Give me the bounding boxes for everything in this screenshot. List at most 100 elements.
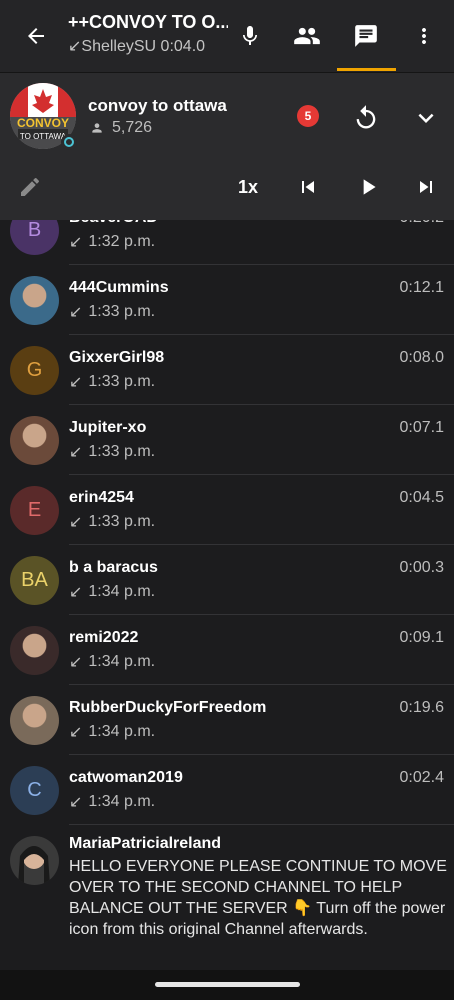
incoming-arrow-icon: ↙	[69, 724, 83, 741]
message-time: ↙ 1:34 p.m.	[69, 722, 155, 742]
message-time: ↙ 1:34 p.m.	[69, 582, 155, 602]
message-time-value: 1:34 p.m.	[88, 583, 156, 600]
incoming-arrow-icon: ↙	[69, 304, 83, 321]
previous-button[interactable]	[288, 169, 328, 205]
message-duration: 0:02.4	[399, 769, 444, 786]
avatar[interactable]: B	[10, 220, 59, 255]
chat-icon	[355, 25, 377, 47]
avatar[interactable]: E	[10, 486, 59, 535]
message-time-value: 1:33 p.m.	[88, 443, 156, 460]
list-item[interactable]: remi2022 ↙ 1:34 p.m. 0:09.1	[0, 615, 454, 685]
message-duration: 0:07.1	[399, 419, 444, 436]
channel-panel: CONVOY TO OTTAWA convoy to ottawa 5,726 …	[0, 73, 454, 220]
avatar[interactable]	[10, 276, 59, 325]
title-block[interactable]: ++CONVOY TO O... ↙ShelleySU 0:04.0	[68, 12, 228, 56]
people-icon	[294, 27, 320, 45]
list-item[interactable]: B BeaverOAD ↙ 1:32 p.m. 0:20.2	[0, 220, 454, 265]
message-duration: 0:04.5	[399, 489, 444, 506]
collapse-button[interactable]	[404, 98, 448, 138]
list-item[interactable]: 444Cummins ↙ 1:33 p.m. 0:12.1	[0, 265, 454, 335]
incoming-arrow-icon: ↙	[68, 38, 82, 55]
unread-badge[interactable]: 5	[297, 105, 319, 127]
list-item[interactable]: BA b a baracus ↙ 1:34 p.m. 0:00.3	[0, 545, 454, 615]
message-text: HELLO EVERYONE PLEASE CONTINUE TO MOVE O…	[69, 858, 447, 938]
message-author: 444Cummins	[69, 279, 169, 296]
playback-speed-button[interactable]: 1x	[228, 169, 268, 205]
avatar[interactable]	[10, 696, 59, 745]
avatar[interactable]	[10, 416, 59, 465]
avatar[interactable]: C	[10, 766, 59, 815]
message-duration: 0:09.1	[399, 629, 444, 646]
system-nav-bar	[0, 970, 454, 1000]
avatar[interactable]: BA	[10, 556, 59, 605]
message-duration: 0:08.0	[399, 349, 444, 366]
back-arrow-icon	[28, 28, 44, 44]
more-vert-icon	[422, 28, 426, 44]
compose-button[interactable]	[12, 169, 48, 205]
play-button[interactable]	[348, 169, 388, 205]
incoming-arrow-icon: ↙	[69, 584, 83, 601]
mic-icon	[243, 26, 257, 45]
members-button[interactable]	[287, 16, 327, 56]
message-time: ↙ 1:32 p.m.	[69, 232, 155, 252]
message-author: erin4254	[69, 489, 134, 506]
incoming-arrow-icon: ↙	[69, 514, 83, 531]
message-time-value: 1:33 p.m.	[88, 373, 156, 390]
message-time-value: 1:34 p.m.	[88, 723, 156, 740]
skip-previous-icon	[302, 181, 314, 193]
message-author: RubberDuckyForFreedom	[69, 699, 267, 716]
message-time-value: 1:32 p.m.	[88, 233, 156, 250]
message-time-value: 1:33 p.m.	[88, 303, 156, 320]
message-time: ↙ 1:34 p.m.	[69, 652, 155, 672]
list-item[interactable]: RubberDuckyForFreedom ↙ 1:34 p.m. 0:19.6	[0, 685, 454, 755]
page-title: ++CONVOY TO O...	[68, 12, 228, 32]
incoming-arrow-icon: ↙	[69, 654, 83, 671]
chevron-down-icon	[418, 113, 434, 123]
member-count-value: 5,726	[112, 119, 153, 136]
status-indicator	[61, 134, 77, 150]
pencil-icon	[21, 177, 40, 196]
avatar[interactable]	[10, 836, 59, 885]
home-handle[interactable]	[155, 982, 300, 987]
message-time-value: 1:34 p.m.	[88, 653, 156, 670]
incoming-arrow-icon: ↙	[69, 234, 83, 251]
more-options-button[interactable]	[404, 16, 444, 56]
list-item[interactable]: Eerin4254 ↙ 1:33 p.m. 0:04.5	[0, 475, 454, 545]
message-author: remi2022	[69, 629, 139, 646]
message-time: ↙ 1:33 p.m.	[69, 302, 155, 322]
message-duration: 0:12.1	[399, 279, 444, 296]
avatar-logo-subtext: TO OTTAWA	[20, 132, 67, 141]
avatar[interactable]	[10, 626, 59, 675]
person-icon	[92, 123, 102, 133]
avatar-logo-text: CONVOY	[17, 116, 69, 130]
message-time-value: 1:34 p.m.	[88, 793, 156, 810]
list-item[interactable]: Ccatwoman2019 ↙ 1:34 p.m. 0:02.4	[0, 755, 454, 825]
skip-next-icon	[420, 181, 432, 193]
message-duration: 0:19.6	[399, 699, 444, 716]
message-time: ↙ 1:33 p.m.	[69, 512, 155, 532]
replay-button[interactable]	[346, 98, 386, 138]
divider	[69, 824, 454, 825]
chat-tab-button[interactable]	[346, 16, 386, 56]
member-count: 5,726	[90, 119, 152, 137]
message-time: ↙ 1:33 p.m.	[69, 372, 155, 392]
list-item[interactable]: Jupiter-xo ↙ 1:33 p.m. 0:07.1	[0, 405, 454, 475]
message-author: BeaverOAD	[69, 220, 158, 227]
message-duration: 0:00.3	[399, 559, 444, 576]
message-author: MariaPatricialreland	[69, 835, 222, 852]
active-tab-indicator	[337, 68, 396, 71]
replay-icon	[356, 105, 376, 129]
incoming-arrow-icon: ↙	[69, 374, 83, 391]
list-item[interactable]: G GixxerGirl98 ↙ 1:33 p.m. 0:08.0	[0, 335, 454, 405]
avatar[interactable]: G	[10, 346, 59, 395]
next-button[interactable]	[406, 169, 446, 205]
channel-name: convoy to ottawa	[88, 96, 227, 115]
page-subtitle: ↙ShelleySU 0:04.0	[68, 36, 228, 56]
play-icon	[363, 179, 376, 195]
message-author: GixxerGirl98	[69, 349, 165, 366]
incoming-arrow-icon: ↙	[69, 794, 83, 811]
mic-button[interactable]	[230, 16, 270, 56]
message-time: ↙ 1:34 p.m.	[69, 792, 155, 812]
back-button[interactable]	[16, 16, 56, 56]
playback-speed-label: 1x	[237, 176, 259, 197]
